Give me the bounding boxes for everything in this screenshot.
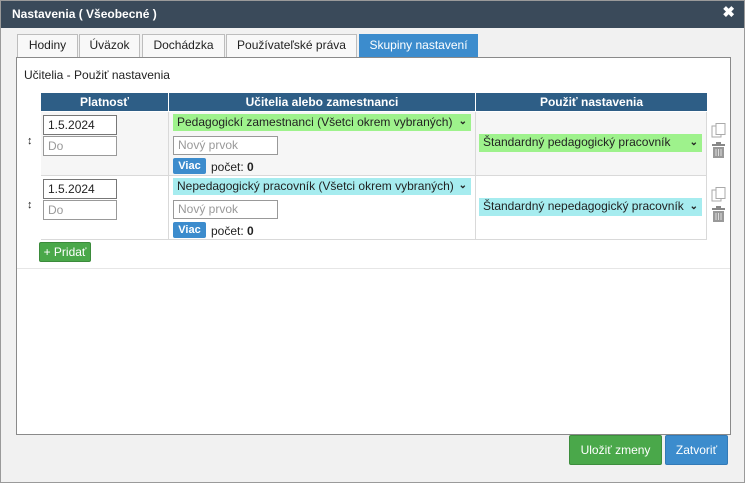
- chevron-down-icon: ⌄: [689, 201, 698, 212]
- divider: [17, 268, 730, 269]
- employee-group-value: Pedagogickí zamestnanci (Všetci okrem vy…: [177, 115, 453, 129]
- save-changes-button[interactable]: Uložiť zmeny: [569, 435, 662, 465]
- count-label: počet:: [211, 160, 244, 174]
- sort-arrows-icon[interactable]: ↕: [27, 135, 33, 147]
- chevron-down-icon: ⌄: [689, 137, 698, 148]
- new-item-input[interactable]: Nový prvok: [173, 200, 278, 219]
- count-text: počet: 0: [211, 160, 254, 174]
- count-label: počet:: [211, 224, 244, 238]
- valid-to-input[interactable]: Do: [43, 136, 117, 156]
- apply-settings-cell: Štandardný pedagogický pracovník ⌄: [476, 112, 707, 175]
- settings-select[interactable]: Štandardný nepedagogický pracovník ⌄: [479, 198, 702, 216]
- employee-group-value: Nepedagogický pracovník (Všetci okrem vy…: [177, 179, 454, 193]
- apply-settings-cell: Štandardný nepedagogický pracovník ⌄: [476, 176, 707, 239]
- valid-to-input[interactable]: Do: [43, 200, 117, 220]
- validity-cell: 1.5.2024 Do: [41, 176, 169, 239]
- new-item-input[interactable]: Nový prvok: [173, 136, 278, 155]
- tab-pouzivatelske-prava[interactable]: Používateľské práva: [226, 34, 357, 57]
- tab-content: Učitelia - Použiť nastavenia Platnosť Uč…: [16, 57, 731, 435]
- employees-cell: Pedagogickí zamestnanci (Všetci okrem vy…: [169, 112, 476, 175]
- tab-dochadzka[interactable]: Dochádzka: [142, 34, 225, 57]
- validity-cell: 1.5.2024 Do: [41, 112, 169, 175]
- settings-select[interactable]: Štandardný pedagogický pracovník ⌄: [479, 134, 702, 152]
- employees-cell: Nepedagogický pracovník (Všetci okrem vy…: [169, 176, 476, 239]
- close-icon[interactable]: ✖: [722, 5, 735, 21]
- table-row: ↕ 1.5.2024 Do Pedagogickí zamestnanci (V…: [27, 112, 726, 176]
- more-button[interactable]: Viac: [173, 222, 206, 238]
- add-row-button[interactable]: + Pridať: [39, 242, 91, 262]
- settings-select-value: Štandardný nepedagogický pracovník: [483, 199, 684, 213]
- count-value: 0: [247, 224, 254, 238]
- tab-hodiny[interactable]: Hodiny: [17, 34, 78, 57]
- dialog-title: Nastavenia ( Všeobecné ): [12, 7, 157, 21]
- valid-from-input[interactable]: 1.5.2024: [43, 115, 117, 135]
- copy-icon[interactable]: [711, 187, 726, 202]
- trash-icon[interactable]: [711, 142, 726, 158]
- tab-uvazok[interactable]: Úväzok: [79, 34, 140, 57]
- employee-group-select[interactable]: Pedagogickí zamestnanci (Všetci okrem vy…: [173, 114, 471, 131]
- tab-skupiny-nastaveni[interactable]: Skupiny nastavení: [359, 34, 478, 57]
- valid-from-input[interactable]: 1.5.2024: [43, 179, 117, 199]
- column-header-validity: Platnosť: [41, 93, 169, 111]
- close-button[interactable]: Zatvoriť: [665, 435, 728, 465]
- copy-icon[interactable]: [711, 123, 726, 138]
- count-value: 0: [247, 160, 254, 174]
- employee-group-select[interactable]: Nepedagogický pracovník (Všetci okrem vy…: [173, 178, 471, 195]
- count-text: počet: 0: [211, 224, 254, 238]
- section-title: Učitelia - Použiť nastavenia: [24, 68, 170, 82]
- settings-select-value: Štandardný pedagogický pracovník: [483, 135, 671, 149]
- settings-dialog: Nastavenia ( Všeobecné ) ✖ Hodiny Úväzok…: [0, 0, 745, 483]
- column-header-employees: Učitelia alebo zamestnanci: [169, 93, 476, 111]
- trash-icon[interactable]: [711, 206, 726, 222]
- column-header-apply-settings: Použiť nastavenia: [476, 93, 707, 111]
- dialog-titlebar: Nastavenia ( Všeobecné ) ✖: [1, 1, 744, 28]
- more-button[interactable]: Viac: [173, 158, 206, 174]
- chevron-down-icon: ⌄: [458, 116, 467, 127]
- sort-arrows-icon[interactable]: ↕: [27, 199, 33, 211]
- chevron-down-icon: ⌄: [458, 180, 467, 191]
- table-row: ↕ 1.5.2024 Do Nepedagogický pracovník (V…: [27, 176, 726, 240]
